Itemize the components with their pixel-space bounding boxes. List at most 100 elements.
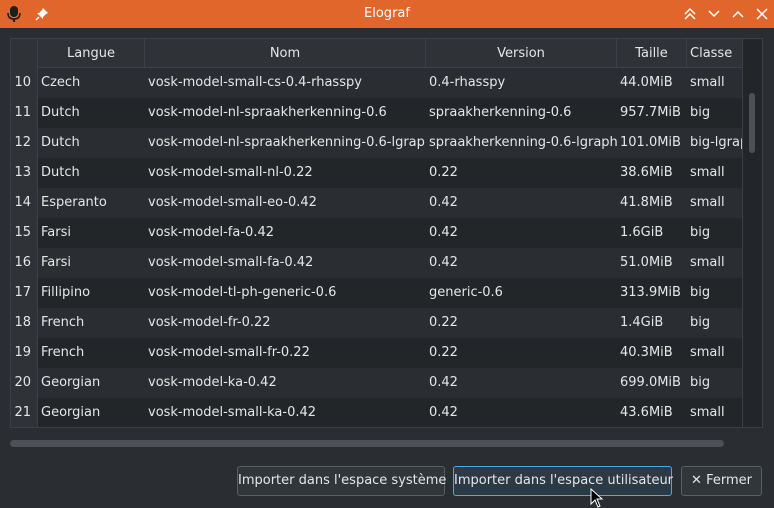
cell-taille[interactable]: 1.6GiB — [617, 218, 687, 248]
cell-version[interactable]: 0.42 — [426, 398, 617, 427]
table-row[interactable]: 16 Farsi vosk-model-small-fa-0.42 0.42 51.0M… — [11, 248, 744, 278]
cell-version[interactable]: 0.42 — [426, 248, 617, 278]
microphone-icon[interactable] — [0, 0, 28, 28]
cell-classe[interactable]: big — [687, 278, 747, 308]
cell-taille[interactable]: 40.3MiB — [617, 338, 687, 368]
cell-langue[interactable]: Georgian — [38, 368, 145, 398]
cell-classe[interactable]: big — [687, 218, 747, 248]
cell-taille[interactable]: 43.6MiB — [617, 398, 687, 427]
cell-nom[interactable]: vosk-model-ka-0.42 — [145, 368, 426, 398]
cell-taille[interactable]: 44.0MiB — [617, 68, 687, 98]
table-row[interactable]: 19 French vosk-model-small-fr-0.22 0.22 40.3… — [11, 338, 744, 368]
cell-classe[interactable]: big-lgrap — [687, 128, 747, 158]
cell-taille[interactable]: 51.0MiB — [617, 248, 687, 278]
cell-langue[interactable]: Farsi — [38, 248, 145, 278]
cell-version[interactable]: 0.4-rhasspy — [426, 68, 617, 98]
cell-langue[interactable]: Esperanto — [38, 188, 145, 218]
cell-langue[interactable]: Czech — [38, 68, 145, 98]
cell-nom[interactable]: vosk-model-nl-spraakherkenning-0.6 — [145, 98, 426, 128]
cell-classe[interactable]: small — [687, 68, 747, 98]
cell-classe[interactable]: big — [687, 98, 747, 128]
cell-langue[interactable]: Dutch — [38, 98, 145, 128]
table-row[interactable]: 11 Dutch vosk-model-nl-spraakherkenning-0.… — [11, 98, 744, 128]
cell-classe[interactable]: big — [687, 368, 747, 398]
table-row[interactable]: 20 Georgian vosk-model-ka-0.42 0.42 699.0MiB… — [11, 368, 744, 398]
cell-classe[interactable]: big — [687, 308, 747, 338]
cell-taille[interactable]: 41.8MiB — [617, 188, 687, 218]
cell-version[interactable]: 0.42 — [426, 218, 617, 248]
horizontal-scrollbar[interactable] — [10, 440, 724, 447]
models-table[interactable]: Langue Nom Version Taille Classe 10 Czech… — [10, 38, 763, 428]
cell-langue[interactable]: French — [38, 338, 145, 368]
cell-nom[interactable]: vosk-model-small-nl-0.22 — [145, 158, 426, 188]
cell-nom[interactable]: vosk-model-small-fa-0.42 — [145, 248, 426, 278]
cell-taille[interactable]: 957.7MiB — [617, 98, 687, 128]
row-number[interactable]: 12 — [11, 128, 38, 158]
minimize-button[interactable] — [702, 0, 726, 28]
cell-nom[interactable]: vosk-model-small-fr-0.22 — [145, 338, 426, 368]
row-number[interactable]: 17 — [11, 278, 38, 308]
cell-langue[interactable]: Dutch — [38, 158, 145, 188]
cell-langue[interactable]: Georgian — [38, 398, 145, 427]
row-number[interactable]: 21 — [11, 398, 38, 427]
table-row[interactable]: 21 Georgian vosk-model-small-ka-0.42 0.42 43… — [11, 398, 747, 427]
table-row[interactable]: 17 Fillipino vosk-model-tl-ph-generic-0.6 g… — [11, 278, 744, 308]
cell-classe[interactable]: small — [687, 248, 747, 278]
cell-langue[interactable]: French — [38, 308, 145, 338]
cell-version[interactable]: 0.22 — [426, 338, 617, 368]
pin-icon[interactable] — [28, 0, 56, 28]
keep-above-button[interactable] — [678, 0, 702, 28]
row-number[interactable]: 14 — [11, 188, 38, 218]
cell-langue[interactable]: Dutch — [38, 128, 145, 158]
vertical-scrollbar-thumb[interactable] — [749, 93, 755, 153]
import-system-button[interactable]: Importer dans l'espace système — [237, 466, 446, 496]
cell-classe[interactable]: small — [687, 188, 747, 218]
cell-classe[interactable]: small — [687, 158, 747, 188]
row-number[interactable]: 10 — [11, 68, 38, 98]
cell-taille[interactable]: 101.0MiB — [617, 128, 687, 158]
cell-taille[interactable]: 699.0MiB — [617, 368, 687, 398]
cell-version[interactable]: 0.22 — [426, 308, 617, 338]
cell-nom[interactable]: vosk-model-fr-0.22 — [145, 308, 426, 338]
cell-nom[interactable]: vosk-model-small-ka-0.42 — [145, 398, 426, 427]
row-number[interactable]: 15 — [11, 218, 38, 248]
cell-taille[interactable]: 313.9MiB — [617, 278, 687, 308]
cell-nom[interactable]: vosk-model-small-eo-0.42 — [145, 188, 426, 218]
row-number[interactable]: 16 — [11, 248, 38, 278]
import-user-button[interactable]: Importer dans l'espace utilisateur — [453, 466, 673, 496]
cell-nom[interactable]: vosk-model-tl-ph-generic-0.6 — [145, 278, 426, 308]
column-header-langue[interactable]: Langue — [38, 39, 145, 68]
row-number[interactable]: 11 — [11, 98, 38, 128]
row-number[interactable]: 20 — [11, 368, 38, 398]
table-row[interactable]: 18 French vosk-model-fr-0.22 0.22 1.4GiB big — [11, 308, 744, 338]
column-header-taille[interactable]: Taille — [617, 39, 687, 68]
cell-langue[interactable]: Farsi — [38, 218, 145, 248]
table-row[interactable]: 12 Dutch vosk-model-nl-spraakherkenning-0.… — [11, 128, 747, 158]
cell-version[interactable]: 0.42 — [426, 368, 617, 398]
row-number[interactable]: 18 — [11, 308, 38, 338]
vertical-scrollbar[interactable] — [742, 39, 762, 427]
close-window-button[interactable] — [750, 0, 774, 28]
row-number[interactable]: 19 — [11, 338, 38, 368]
cell-nom[interactable]: vosk-model-small-cs-0.4-rhasspy — [145, 68, 426, 98]
cell-taille[interactable]: 38.6MiB — [617, 158, 687, 188]
table-corner[interactable] — [11, 39, 38, 68]
table-row[interactable]: 13 Dutch vosk-model-small-nl-0.22 0.22 38.6M… — [11, 158, 744, 188]
cell-version[interactable]: spraakherkenning-0.6-lgraph — [426, 128, 617, 158]
cell-langue[interactable]: Fillipino — [38, 278, 145, 308]
table-row[interactable]: 10 Czech vosk-model-small-cs-0.4-rhasspy 0.… — [11, 68, 744, 98]
cell-version[interactable]: generic-0.6 — [426, 278, 617, 308]
close-button[interactable]: ✕ Fermer — [681, 466, 762, 496]
cell-classe[interactable]: small — [687, 398, 747, 427]
cell-version[interactable]: 0.22 — [426, 158, 617, 188]
cell-nom[interactable]: vosk-model-fa-0.42 — [145, 218, 426, 248]
cell-taille[interactable]: 1.4GiB — [617, 308, 687, 338]
column-header-nom[interactable]: Nom — [145, 39, 426, 68]
cell-version[interactable]: 0.42 — [426, 188, 617, 218]
table-row[interactable]: 14 Esperanto vosk-model-small-eo-0.42 0.42 4… — [11, 188, 744, 218]
table-row[interactable]: 15 Farsi vosk-model-fa-0.42 0.42 1.6GiB big — [11, 218, 744, 248]
column-header-version[interactable]: Version — [426, 39, 617, 68]
cell-version[interactable]: spraakherkenning-0.6 — [426, 98, 617, 128]
cell-nom[interactable]: vosk-model-nl-spraakherkenning-0.6-lgrap… — [145, 128, 426, 158]
cell-classe[interactable]: small — [687, 338, 747, 368]
